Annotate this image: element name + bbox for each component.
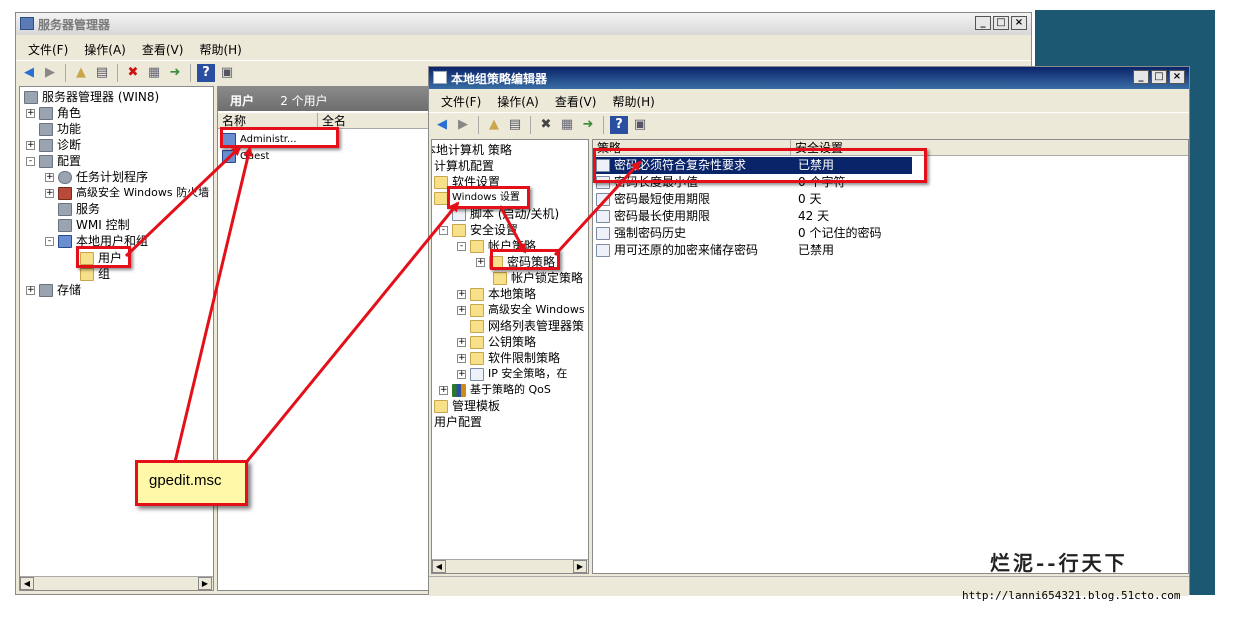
arrow-password-to-complexity — [553, 160, 642, 257]
watermark-title: 烂泥--行天下 — [990, 551, 1128, 575]
arrow-callout-to-windows-settings — [238, 201, 460, 471]
arrow-callout-to-admin — [173, 146, 254, 463]
gpedit-callout: gpedit.msc — [135, 460, 248, 506]
arrow-users-to-admin — [124, 145, 242, 258]
annotation-arrows — [124, 145, 642, 471]
arrow-windows-to-password — [498, 205, 527, 254]
watermark-url: http://lanni654321.blog.51cto.com — [962, 589, 1181, 602]
